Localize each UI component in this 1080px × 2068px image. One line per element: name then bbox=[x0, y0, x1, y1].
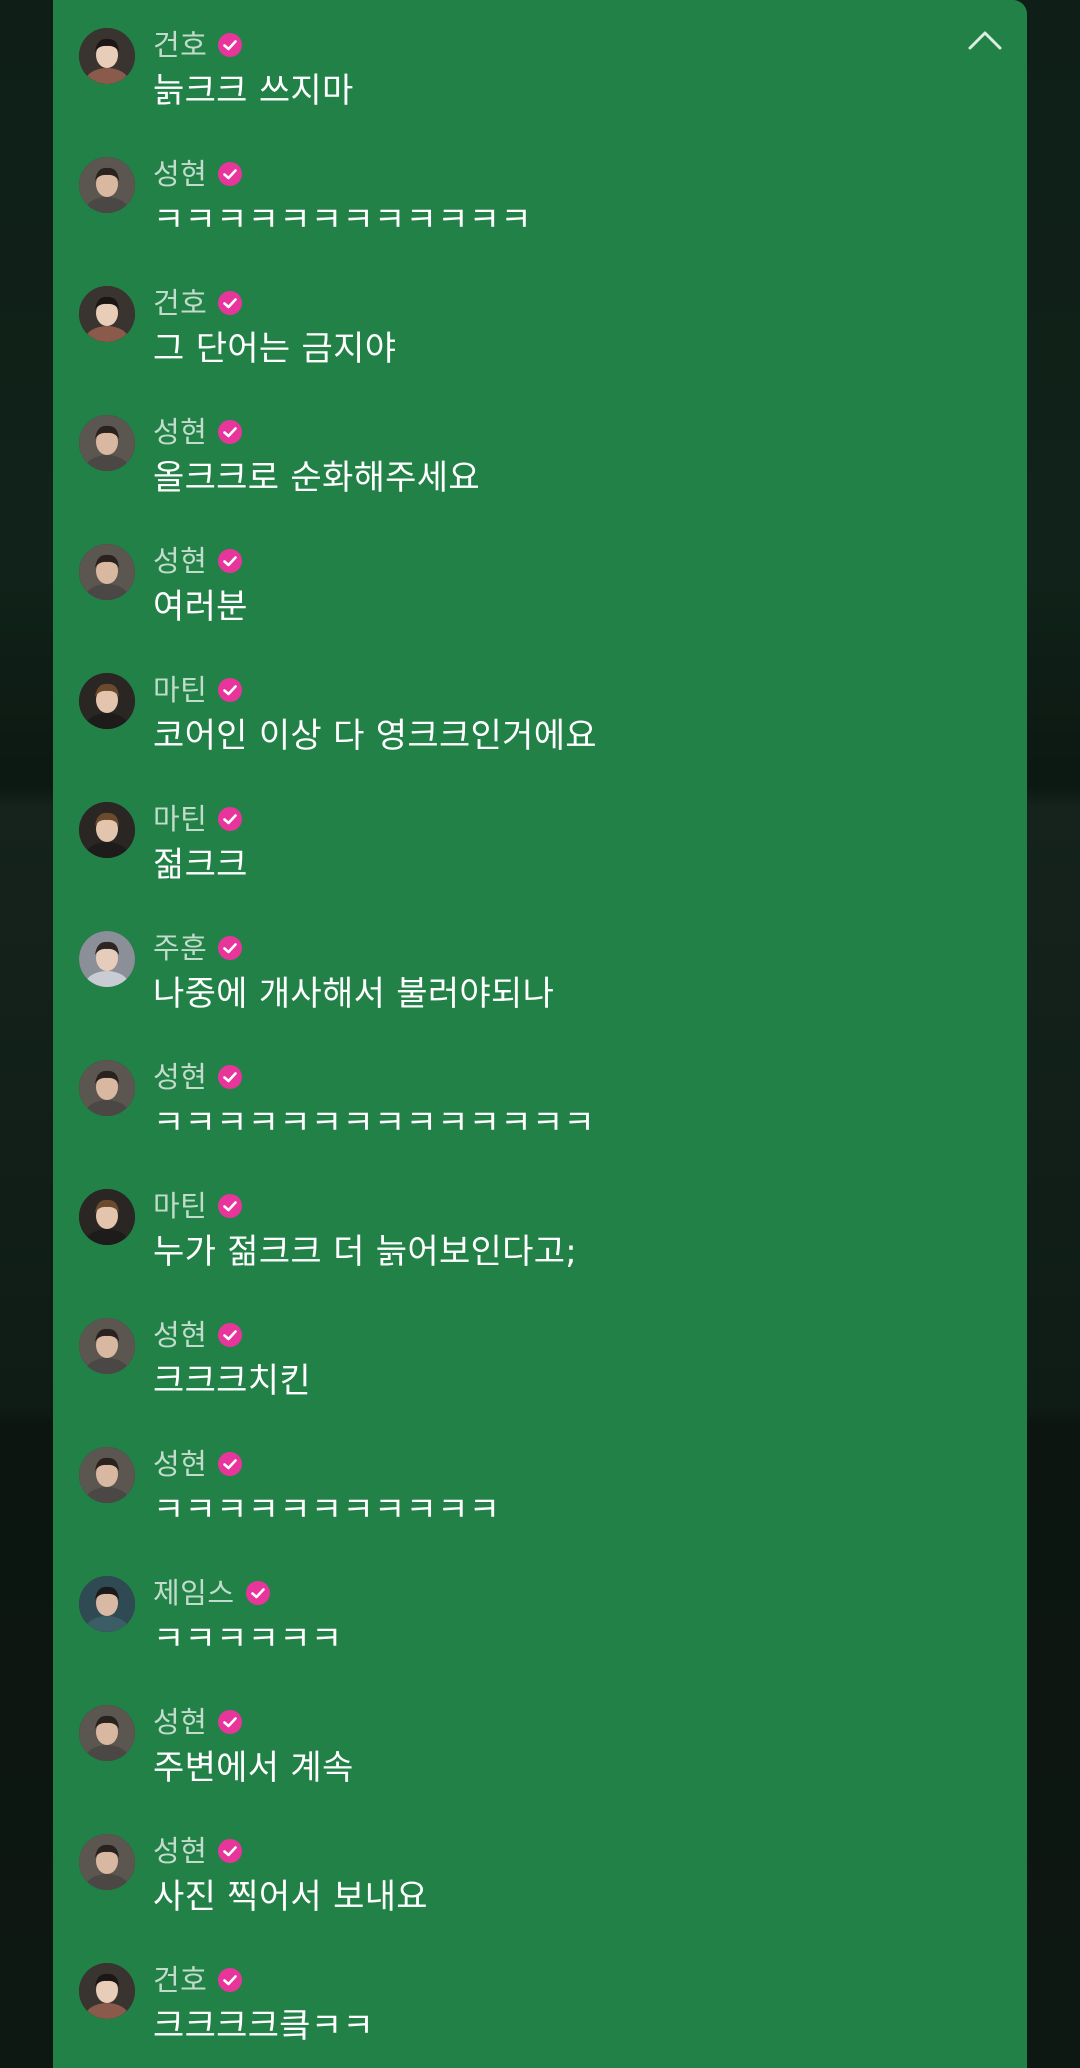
message-header: 제임스 bbox=[153, 1576, 271, 1610]
sender-name[interactable]: 제임스 bbox=[153, 1576, 235, 1610]
verified-badge-icon bbox=[217, 1838, 243, 1864]
avatar[interactable] bbox=[79, 415, 135, 471]
avatar[interactable] bbox=[79, 1060, 135, 1116]
message-text: 크크크치킨 bbox=[153, 1361, 311, 1401]
verified-badge-icon bbox=[217, 1064, 243, 1090]
message-header: 성현 bbox=[153, 1705, 243, 1739]
verified-badge-icon bbox=[217, 161, 243, 187]
chat-message[interactable]: 성현 ㅋㅋㅋㅋㅋㅋㅋㅋㅋㅋㅋ bbox=[79, 1447, 979, 1557]
message-text: 그 단어는 금지야 bbox=[153, 329, 397, 369]
chat-message[interactable]: 주훈나중에 개사해서 불러야되나 bbox=[79, 931, 979, 1041]
message-text: 코어인 이상 다 영크크인거에요 bbox=[153, 716, 597, 756]
avatar[interactable] bbox=[79, 286, 135, 342]
message-header: 건호 bbox=[153, 28, 243, 62]
avatar[interactable] bbox=[79, 931, 135, 987]
message-header: 마틴 bbox=[153, 673, 243, 707]
sender-name[interactable]: 성현 bbox=[153, 415, 207, 449]
chat-message[interactable]: 성현주변에서 계속 bbox=[79, 1705, 979, 1815]
sender-name[interactable]: 건호 bbox=[153, 28, 207, 62]
sender-name[interactable]: 마틴 bbox=[153, 1189, 207, 1223]
verified-badge-icon bbox=[217, 1967, 243, 1993]
chat-message[interactable]: 마틴코어인 이상 다 영크크인거에요 bbox=[79, 673, 979, 783]
message-header: 성현 bbox=[153, 1060, 243, 1094]
message-text: ㅋㅋㅋㅋㅋㅋ bbox=[153, 1619, 343, 1659]
chat-message[interactable]: 성현사진 찍어서 보내요 bbox=[79, 1834, 979, 1944]
sender-name[interactable]: 성현 bbox=[153, 1318, 207, 1352]
verified-badge-icon bbox=[217, 806, 243, 832]
chat-panel: 건호 늙크크 쓰지마 성현 ㅋㅋㅋㅋㅋㅋㅋㅋㅋㅋㅋㅋ 건호 그 단어는 금지야 성현 올크크로… bbox=[53, 0, 1027, 2068]
sender-name[interactable]: 성현 bbox=[153, 1834, 207, 1868]
sender-name[interactable]: 성현 bbox=[153, 1705, 207, 1739]
message-text: ㅋㅋㅋㅋㅋㅋㅋㅋㅋㅋㅋㅋ bbox=[153, 200, 532, 240]
verified-badge-icon bbox=[217, 677, 243, 703]
avatar[interactable] bbox=[79, 1447, 135, 1503]
sender-name[interactable]: 건호 bbox=[153, 1963, 207, 1997]
message-text: 올크크로 순화해주세요 bbox=[153, 458, 480, 498]
sender-name[interactable]: 성현 bbox=[153, 157, 207, 191]
sender-name[interactable]: 마틴 bbox=[153, 673, 207, 707]
chat-message[interactable]: 마틴젊크크 bbox=[79, 802, 979, 912]
message-header: 마틴 bbox=[153, 1189, 243, 1223]
message-text: 크크크크킄ㅋㅋ bbox=[153, 2006, 375, 2046]
avatar[interactable] bbox=[79, 1576, 135, 1632]
avatar[interactable] bbox=[79, 1318, 135, 1374]
verified-badge-icon bbox=[217, 1193, 243, 1219]
chat-message[interactable]: 마틴누가 젊크크 더 늙어보인다고; bbox=[79, 1189, 979, 1299]
message-header: 건호 bbox=[153, 1963, 243, 1997]
message-header: 성현 bbox=[153, 1318, 243, 1352]
sender-name[interactable]: 성현 bbox=[153, 544, 207, 578]
avatar[interactable] bbox=[79, 1834, 135, 1890]
message-text: 젊크크 bbox=[153, 845, 248, 885]
message-header: 성현 bbox=[153, 544, 243, 578]
message-header: 성현 bbox=[153, 157, 243, 191]
chat-message[interactable]: 제임스 ㅋㅋㅋㅋㅋㅋ bbox=[79, 1576, 979, 1686]
avatar[interactable] bbox=[79, 802, 135, 858]
message-header: 건호 bbox=[153, 286, 243, 320]
sender-name[interactable]: 성현 bbox=[153, 1060, 207, 1094]
sender-name[interactable]: 마틴 bbox=[153, 802, 207, 836]
chat-message[interactable]: 건호늙크크 쓰지마 bbox=[79, 28, 979, 138]
message-text: ㅋㅋㅋㅋㅋㅋㅋㅋㅋㅋㅋㅋㅋㅋ bbox=[153, 1103, 596, 1143]
message-header: 성현 bbox=[153, 1834, 243, 1868]
chat-message[interactable]: 성현 ㅋㅋㅋㅋㅋㅋㅋㅋㅋㅋㅋㅋㅋㅋ bbox=[79, 1060, 979, 1170]
verified-badge-icon bbox=[217, 935, 243, 961]
avatar[interactable] bbox=[79, 544, 135, 600]
message-text: 사진 찍어서 보내요 bbox=[153, 1877, 428, 1917]
message-header: 성현 bbox=[153, 1447, 243, 1481]
message-text: 여러분 bbox=[153, 587, 248, 627]
message-header: 성현 bbox=[153, 415, 243, 449]
verified-badge-icon bbox=[217, 290, 243, 316]
chat-message[interactable]: 건호크크크크킄ㅋㅋ bbox=[79, 1963, 979, 2068]
message-header: 주훈 bbox=[153, 931, 243, 965]
message-text: 늙크크 쓰지마 bbox=[153, 71, 354, 111]
sender-name[interactable]: 건호 bbox=[153, 286, 207, 320]
chat-message[interactable]: 성현여러분 bbox=[79, 544, 979, 654]
avatar[interactable] bbox=[79, 673, 135, 729]
message-header: 마틴 bbox=[153, 802, 243, 836]
verified-badge-icon bbox=[217, 1709, 243, 1735]
chat-message[interactable]: 성현올크크로 순화해주세요 bbox=[79, 415, 979, 525]
chat-message[interactable]: 성현크크크치킨 bbox=[79, 1318, 979, 1428]
verified-badge-icon bbox=[217, 1322, 243, 1348]
chat-message[interactable]: 성현 ㅋㅋㅋㅋㅋㅋㅋㅋㅋㅋㅋㅋ bbox=[79, 157, 979, 267]
message-text: ㅋㅋㅋㅋㅋㅋㅋㅋㅋㅋㅋ bbox=[153, 1490, 501, 1530]
message-text: 누가 젊크크 더 늙어보인다고; bbox=[153, 1232, 578, 1272]
message-text: 나중에 개사해서 불러야되나 bbox=[153, 974, 555, 1014]
verified-badge-icon bbox=[217, 1451, 243, 1477]
verified-badge-icon bbox=[217, 32, 243, 58]
avatar[interactable] bbox=[79, 1705, 135, 1761]
chat-message[interactable]: 건호그 단어는 금지야 bbox=[79, 286, 979, 396]
verified-badge-icon bbox=[217, 419, 243, 445]
sender-name[interactable]: 성현 bbox=[153, 1447, 207, 1481]
verified-badge-icon bbox=[245, 1580, 271, 1606]
avatar[interactable] bbox=[79, 1963, 135, 2019]
avatar[interactable] bbox=[79, 157, 135, 213]
sender-name[interactable]: 주훈 bbox=[153, 931, 207, 965]
message-text: 주변에서 계속 bbox=[153, 1748, 354, 1788]
verified-badge-icon bbox=[217, 548, 243, 574]
avatar[interactable] bbox=[79, 28, 135, 84]
avatar[interactable] bbox=[79, 1189, 135, 1245]
